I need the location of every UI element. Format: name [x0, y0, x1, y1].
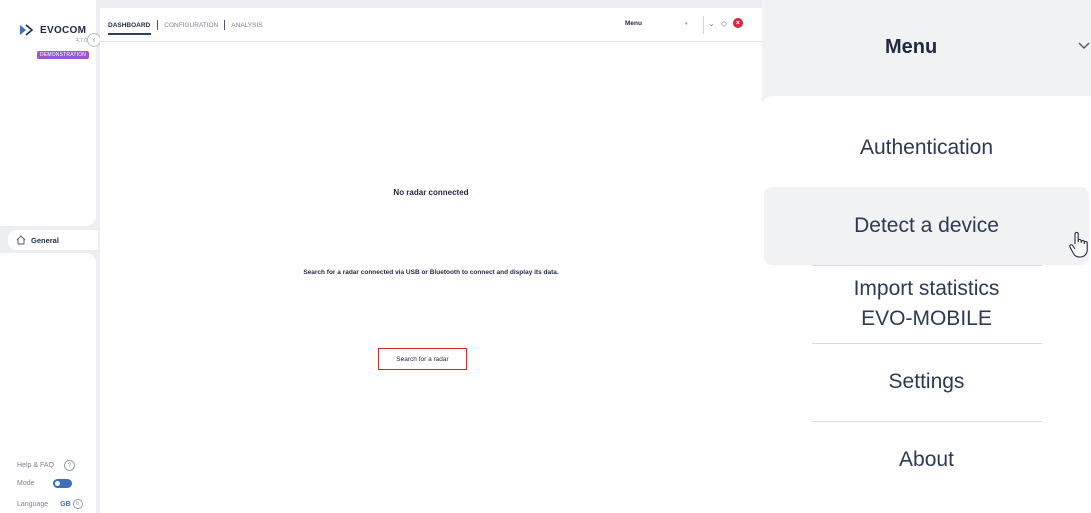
menu-item-sublabel: EVO-MOBILE [861, 307, 992, 330]
menu-divider [812, 343, 1042, 344]
collapse-sidebar-button[interactable]: ‹ [87, 33, 101, 47]
menu-item-authentication[interactable]: Authentication [762, 133, 1091, 163]
menu-item-label: Authentication [859, 136, 994, 159]
top-bar: DASHBOARD CONFIGURATION ANALYSIS Menu ▾ … [100, 8, 762, 42]
sidebar-item-general[interactable]: General [8, 230, 98, 250]
menu-title[interactable]: Menu [885, 36, 937, 59]
language-label: Language [17, 500, 49, 508]
menu-item-settings[interactable]: Settings [762, 367, 1091, 397]
application-window: EVOCOM 4.7.0 DEMONSTRATION ‹ General Hel… [0, 0, 762, 513]
search-radar-button[interactable]: Search for a radar [378, 348, 467, 370]
window-controls: ⌄ ◇ × [708, 18, 743, 28]
menu-caret-icon[interactable]: ▾ [685, 21, 688, 27]
menu-divider [812, 421, 1042, 422]
menu-zoom-panel: Menu Authentication Detect a device Impo… [762, 0, 1091, 513]
sidebar-header: EVOCOM 4.7.0 DEMONSTRATION ‹ [0, 0, 101, 226]
menu-item-label: Import statistics [853, 277, 1000, 300]
menu-list: Authentication Detect a device Import st… [762, 96, 1091, 513]
sidebar-footer: Help & FAQ ? Mode Language GB ↻ [0, 253, 96, 513]
menu-item-detect-device[interactable]: Detect a device [764, 187, 1089, 265]
tab-dashboard[interactable]: DASHBOARD [108, 22, 157, 35]
chevron-down-icon[interactable] [1077, 38, 1091, 52]
sidebar-item-label: General [31, 235, 59, 245]
language-selector[interactable]: GB [60, 501, 71, 508]
menu-item-label: Detect a device [854, 214, 999, 237]
chevron-left-icon: ‹ [92, 35, 96, 44]
empty-state-description: Search for a radar connected via USB or … [303, 269, 559, 276]
close-icon[interactable]: × [732, 18, 743, 28]
menu-item-import-statistics[interactable]: Import statistics EVO-MOBILE [762, 274, 1091, 334]
language-row: Language GB ↻ [17, 499, 83, 509]
topbar-divider [703, 16, 704, 34]
hand-pointer-icon [1069, 231, 1088, 258]
logo: EVOCOM [20, 24, 86, 36]
menu-item-label: Settings [888, 370, 965, 393]
evocom-logo-icon [20, 24, 34, 36]
mode-toggle[interactable] [52, 479, 72, 488]
diamond-icon[interactable]: ◇ [721, 19, 727, 28]
menu-item-about[interactable]: About [762, 445, 1091, 475]
mode-label: Mode [17, 480, 35, 487]
help-link[interactable]: Help & FAQ [17, 462, 54, 469]
version-label: 4.7.0 [76, 38, 88, 44]
help-icon: ? [63, 460, 75, 471]
demo-badge: DEMONSTRATION [37, 51, 90, 59]
chevron-down-icon[interactable]: ⌄ [708, 19, 715, 28]
dashboard-panel: No radar connected Search for a radar co… [100, 42, 762, 513]
tab-bar: DASHBOARD CONFIGURATION ANALYSIS [108, 20, 269, 35]
tab-configuration[interactable]: CONFIGURATION [164, 22, 224, 29]
logo-text: EVOCOM [40, 24, 87, 36]
tab-divider [157, 20, 159, 30]
language-switch-icon[interactable]: ↻ [72, 499, 83, 509]
menu-divider [812, 265, 1042, 266]
home-icon [16, 235, 26, 245]
tab-analysis[interactable]: ANALYSIS [231, 22, 268, 29]
tab-divider [224, 20, 226, 30]
menu-dropdown[interactable]: Menu [625, 20, 642, 27]
menu-header[interactable]: Menu [762, 0, 1091, 95]
empty-state-title: No radar connected [393, 188, 469, 197]
help-row[interactable]: Help & FAQ ? [17, 460, 75, 471]
mode-row: Mode [17, 479, 72, 488]
menu-item-label: About [899, 448, 954, 471]
